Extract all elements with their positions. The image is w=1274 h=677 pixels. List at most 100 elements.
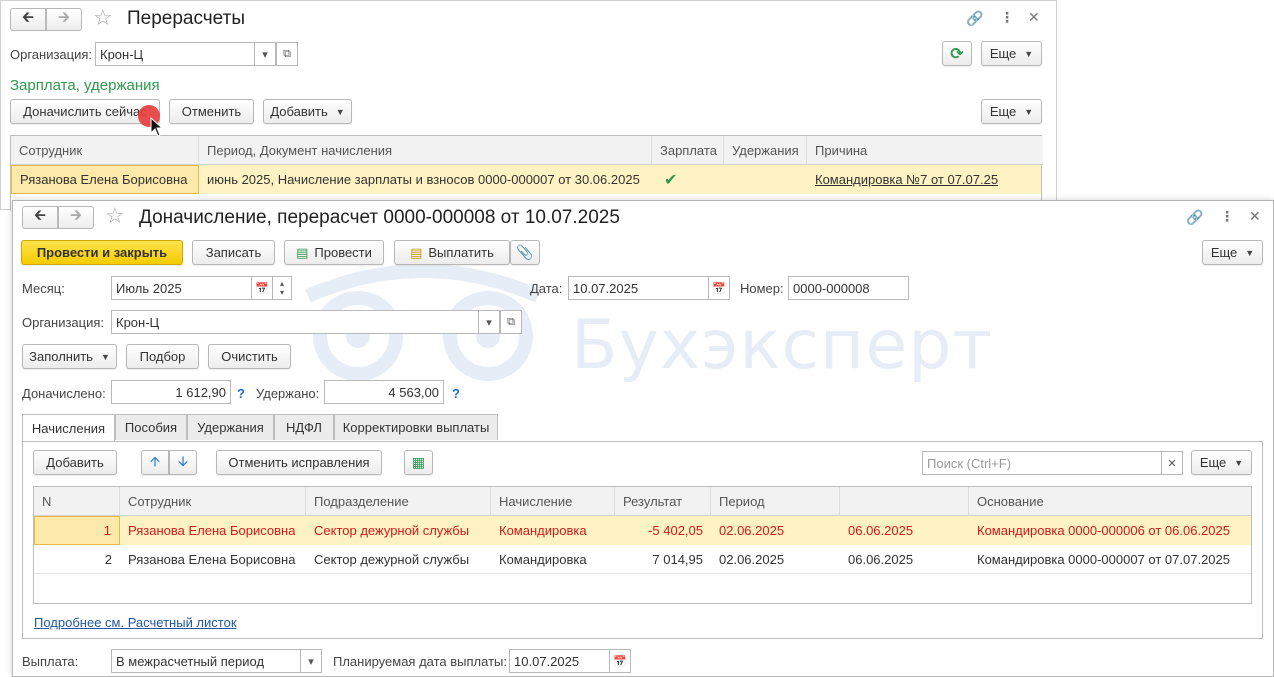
- tab-ndfl[interactable]: НДФЛ: [274, 414, 334, 440]
- star-icon[interactable]: ☆: [93, 5, 113, 31]
- save-label: Записать: [205, 245, 262, 260]
- tab-deductions[interactable]: Удержания: [187, 414, 274, 440]
- cell-basis[interactable]: Командировка 0000-000006 от 06.06.2025: [969, 516, 1251, 545]
- cell-period-doc[interactable]: июнь 2025, Начисление зарплаты и взносов…: [199, 165, 652, 194]
- star-icon[interactable]: ☆: [105, 203, 125, 229]
- planned-date-calendar-button[interactable]: 📅: [609, 649, 631, 673]
- grid-add-button[interactable]: Добавить: [33, 450, 117, 475]
- col-basis[interactable]: Основание: [969, 487, 1251, 516]
- post-button[interactable]: ▤ Провести: [284, 240, 384, 265]
- withheld-help-icon[interactable]: ?: [452, 386, 460, 401]
- link-icon[interactable]: 🔗: [966, 10, 983, 27]
- cell-employee[interactable]: Рязанова Елена Борисовна: [120, 516, 306, 545]
- cell-employee[interactable]: Рязанова Елена Борисовна: [11, 165, 199, 194]
- move-down-button[interactable]: 🡫: [169, 450, 197, 475]
- col-n[interactable]: N: [34, 487, 120, 516]
- fill-button[interactable]: Заполнить ▼: [22, 344, 117, 369]
- pay-button[interactable]: ▤ Выплатить: [394, 240, 510, 265]
- tab-benefits[interactable]: Пособия: [115, 414, 187, 440]
- col-salary[interactable]: Зарплата: [652, 136, 724, 165]
- save-button[interactable]: Записать: [192, 240, 275, 265]
- cell-result[interactable]: 7 014,95: [615, 545, 711, 574]
- recalc-now-button[interactable]: Доначислить сейчас: [10, 99, 160, 124]
- cell-basis[interactable]: Командировка 0000-000007 от 07.07.2025: [969, 545, 1251, 574]
- search-clear-button[interactable]: ✕: [1161, 451, 1183, 475]
- col-employee[interactable]: Сотрудник: [11, 136, 199, 165]
- cell-accrual[interactable]: Командировка: [491, 545, 615, 574]
- refresh-button[interactable]: ⟳: [942, 41, 972, 66]
- org-open-button[interactable]: ⧉: [500, 310, 522, 334]
- payslip-link[interactable]: Подробнее см. Расчетный листок: [34, 615, 237, 630]
- post-and-close-button[interactable]: Провести и закрыть: [21, 240, 183, 265]
- org-field[interactable]: Крон-Ц: [95, 42, 255, 66]
- more-label: Еще: [989, 104, 1017, 119]
- cell-period-to[interactable]: 06.06.2025: [840, 545, 969, 574]
- forward-button[interactable]: 🡲: [58, 206, 94, 229]
- month-stepper[interactable]: ▴ ▾: [272, 276, 292, 300]
- payment-field[interactable]: В межрасчетный период: [111, 649, 301, 673]
- menu-dots-icon[interactable]: ⋮: [1000, 9, 1014, 26]
- attach-button[interactable]: 📎: [510, 240, 540, 265]
- col-employee[interactable]: Сотрудник: [120, 487, 306, 516]
- more-button-top[interactable]: Еще ▼: [1202, 240, 1263, 265]
- date-field[interactable]: 10.07.2025: [568, 276, 709, 300]
- tab-payment-corrections[interactable]: Корректировки выплаты: [334, 414, 498, 440]
- close-icon[interactable]: ✕: [1028, 9, 1040, 26]
- cell-accrual[interactable]: Командировка: [491, 516, 615, 545]
- col-department[interactable]: Подразделение: [306, 487, 491, 516]
- menu-dots-icon[interactable]: ⋮: [1220, 208, 1234, 225]
- cancel-button[interactable]: Отменить: [169, 99, 254, 124]
- cell-period-from[interactable]: 02.06.2025: [711, 545, 840, 574]
- tab-accruals[interactable]: Начисления: [22, 414, 115, 442]
- planned-date-field[interactable]: 10.07.2025: [509, 649, 610, 673]
- chevron-down-icon: ▼: [1024, 48, 1034, 59]
- forward-button[interactable]: 🡲: [46, 8, 82, 31]
- link-icon[interactable]: 🔗: [1186, 209, 1203, 226]
- close-icon[interactable]: ✕: [1249, 208, 1261, 225]
- move-up-button[interactable]: 🡩: [141, 450, 169, 475]
- month-calendar-button[interactable]: 📅: [251, 276, 273, 300]
- excel-button[interactable]: ▦: [404, 450, 433, 475]
- cell-n[interactable]: 1: [34, 516, 120, 545]
- table-row[interactable]: Рязанова Елена Борисовна июнь 2025, Начи…: [11, 165, 1041, 194]
- col-deductions[interactable]: Удержания: [724, 136, 807, 165]
- reason-link[interactable]: Командировка №7 от 07.07.25: [807, 165, 1041, 194]
- number-field[interactable]: 0000-000008: [788, 276, 909, 300]
- col-result[interactable]: Результат: [615, 487, 711, 516]
- arrow-right-icon: 🡲: [69, 207, 83, 224]
- add-button[interactable]: Добавить ▼: [263, 99, 352, 124]
- back-button[interactable]: 🡰: [22, 206, 58, 229]
- more-button-section[interactable]: Еще ▼: [981, 99, 1042, 124]
- more-button-top[interactable]: Еще ▼: [981, 41, 1042, 66]
- org-open-button[interactable]: ⧉: [276, 42, 298, 66]
- cell-department[interactable]: Сектор дежурной службы: [306, 516, 491, 545]
- org-field[interactable]: Крон-Ц: [111, 310, 479, 334]
- accrued-help-icon[interactable]: ?: [237, 386, 245, 401]
- back-button[interactable]: 🡰: [10, 8, 46, 31]
- cancel-fixes-button[interactable]: Отменить исправления: [216, 450, 382, 475]
- table-row[interactable]: 2 Рязанова Елена Борисовна Сектор дежурн…: [34, 545, 1251, 574]
- chevron-down-icon: ▾: [308, 655, 314, 668]
- cell-department[interactable]: Сектор дежурной службы: [306, 545, 491, 574]
- select-button[interactable]: Подбор: [126, 344, 199, 369]
- cell-result[interactable]: -5 402,05: [615, 516, 711, 545]
- org-dropdown-button[interactable]: ▾: [478, 310, 500, 334]
- cell-deductions[interactable]: [724, 165, 807, 194]
- search-input[interactable]: Поиск (Ctrl+F): [922, 451, 1162, 475]
- month-field[interactable]: Июль 2025: [111, 276, 252, 300]
- table-row[interactable]: 1 Рязанова Елена Борисовна Сектор дежурн…: [34, 516, 1251, 545]
- cell-n[interactable]: 2: [34, 545, 120, 574]
- col-period-to[interactable]: [840, 487, 969, 516]
- grid-more-button[interactable]: Еще ▼: [1191, 450, 1252, 475]
- cell-period-from[interactable]: 02.06.2025: [711, 516, 840, 545]
- clear-button[interactable]: Очистить: [208, 344, 291, 369]
- date-calendar-button[interactable]: 📅: [708, 276, 730, 300]
- payment-dropdown-button[interactable]: ▾: [300, 649, 322, 673]
- col-period-doc[interactable]: Период, Документ начисления: [199, 136, 652, 165]
- cell-period-to[interactable]: 06.06.2025: [840, 516, 969, 545]
- org-dropdown-button[interactable]: ▾: [254, 42, 276, 66]
- col-accrual[interactable]: Начисление: [491, 487, 615, 516]
- cell-employee[interactable]: Рязанова Елена Борисовна: [120, 545, 306, 574]
- col-reason[interactable]: Причина: [807, 136, 1043, 165]
- col-period[interactable]: Период: [711, 487, 840, 516]
